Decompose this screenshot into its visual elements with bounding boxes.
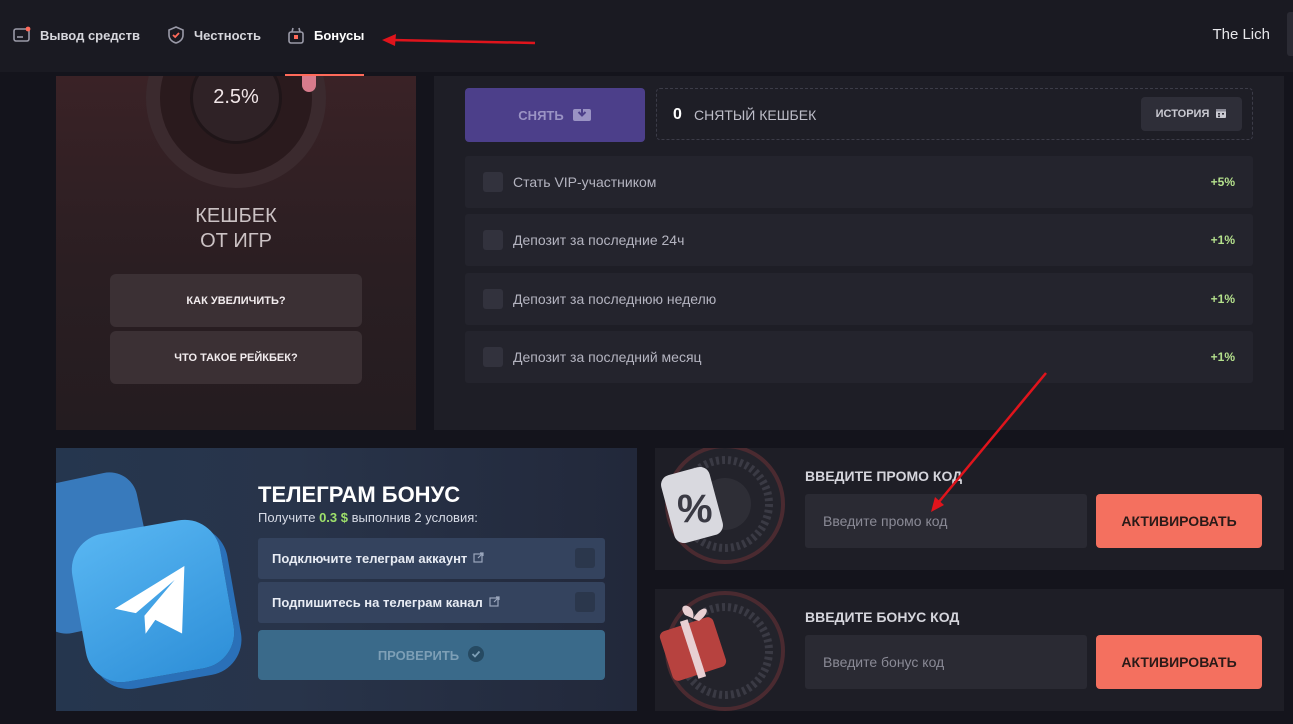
cashback-title-line1: КЕШБЕК <box>195 205 277 227</box>
condition-checkbox <box>483 289 503 309</box>
gift-icon <box>286 25 306 45</box>
condition-label: Депозит за последние 24ч <box>513 232 685 248</box>
withdraw-cashback-button[interactable]: СНЯТЬ <box>465 88 645 142</box>
avatar[interactable] <box>1287 12 1293 56</box>
nav-fairness[interactable]: Честность <box>166 22 261 48</box>
telegram-title: ТЕЛЕГРАМ БОНУС <box>258 482 461 507</box>
check-label: ПРОВЕРИТЬ <box>377 647 460 663</box>
nav-fairness-label: Честность <box>194 27 261 43</box>
condition-bonus: +1% <box>1210 233 1235 247</box>
condition-checkbox <box>483 230 503 250</box>
percent-wheel-image: % <box>655 448 795 570</box>
external-link-icon <box>473 551 484 566</box>
check-circle-icon <box>467 645 485 666</box>
telegram-task-connect[interactable]: Подключите телеграм аккаунт <box>258 538 605 579</box>
activate-bonus-button[interactable]: АКТИВИРОВАТЬ <box>1096 635 1262 689</box>
task-checkbox <box>575 548 595 568</box>
cashback-panel: СНЯТЬ 0 СНЯТЫЙ КЕШБЕК ИСТОРИЯ Стать VIP-… <box>434 76 1284 430</box>
nav-bonuses-label: Бонусы <box>314 27 365 43</box>
condition-bonus: +1% <box>1210 292 1235 306</box>
task-label: Подпишитесь на телеграм канал <box>272 595 483 610</box>
withdrawn-cashback-box: 0 СНЯТЫЙ КЕШБЕК ИСТОРИЯ <box>656 88 1253 140</box>
what-is-rakeback-button[interactable]: ЧТО ТАКОЕ РЕЙКБЕК? <box>110 331 362 384</box>
cashback-card: 2.5% КЕШБЕК ОТ ИГР КАК УВЕЛИЧИТЬ? ЧТО ТА… <box>56 76 416 430</box>
cashback-ring-knob <box>302 76 316 92</box>
nav-withdraw[interactable]: Вывод средств <box>12 22 140 48</box>
cashback-percent: 2.5% <box>213 86 259 108</box>
condition-checkbox <box>483 347 503 367</box>
condition-label: Стать VIP-участником <box>513 174 657 190</box>
withdrawn-amount: 0 <box>673 106 682 123</box>
condition-bonus: +1% <box>1210 350 1235 364</box>
condition-row: Депозит за последний месяц +1% <box>465 331 1253 383</box>
telegram-subtitle-prefix: Получите <box>258 510 316 525</box>
bonus-code-title: ВВЕДИТЕ БОНУС КОД <box>805 609 960 625</box>
external-link-icon <box>489 595 500 610</box>
withdraw-label: СНЯТЬ <box>518 107 564 123</box>
cashback-title: КЕШБЕК ОТ ИГР <box>56 204 416 254</box>
how-to-increase-button[interactable]: КАК УВЕЛИЧИТЬ? <box>110 274 362 327</box>
telegram-bonus-amount: 0.3 $ <box>319 510 348 525</box>
promo-code-input[interactable] <box>805 494 1087 548</box>
calendar-icon <box>1215 107 1227 122</box>
nav-withdraw-label: Вывод средств <box>40 27 141 43</box>
history-label: ИСТОРИЯ <box>1155 108 1210 120</box>
shield-icon <box>166 25 186 45</box>
condition-label: Депозит за последнюю неделю <box>513 291 717 307</box>
telegram-check-button[interactable]: ПРОВЕРИТЬ <box>258 630 605 680</box>
cashback-title-line2: ОТ ИГР <box>200 230 272 252</box>
condition-label: Депозит за последний месяц <box>513 349 702 365</box>
condition-bonus: +5% <box>1210 175 1235 189</box>
gift-wheel-image <box>655 589 795 711</box>
activate-promo-button[interactable]: АКТИВИРОВАТЬ <box>1096 494 1262 548</box>
withdrawn-label: СНЯТЫЙ КЕШБЕК <box>694 107 817 123</box>
top-nav: Вывод средств Честность Бонусы The Lich <box>0 0 1293 72</box>
user-name[interactable]: The Lich <box>1212 26 1270 43</box>
download-icon <box>572 106 592 125</box>
condition-row: Стать VIP-участником +5% <box>465 156 1253 208</box>
condition-checkbox <box>483 172 503 192</box>
promo-title: ВВЕДИТЕ ПРОМО КОД <box>805 468 963 484</box>
telegram-bonus-card: ТЕЛЕГРАМ БОНУС Получите 0.3 $ выполнив 2… <box>56 448 637 711</box>
telegram-subtitle-suffix: выполнив 2 условия: <box>351 510 478 525</box>
telegram-logo-icon <box>66 514 240 688</box>
telegram-subtitle: Получите 0.3 $ выполнив 2 условия: <box>258 510 478 525</box>
history-button[interactable]: ИСТОРИЯ <box>1141 97 1242 131</box>
promo-code-card: % ВВЕДИТЕ ПРОМО КОД АКТИВИРОВАТЬ <box>655 448 1284 570</box>
svg-text:%: % <box>677 487 713 531</box>
telegram-task-subscribe[interactable]: Подпишитесь на телеграм канал <box>258 582 605 623</box>
bonus-code-card: ВВЕДИТЕ БОНУС КОД АКТИВИРОВАТЬ <box>655 589 1284 711</box>
task-checkbox <box>575 592 595 612</box>
condition-row: Депозит за последние 24ч +1% <box>465 214 1253 266</box>
wallet-icon <box>12 25 32 45</box>
task-label: Подключите телеграм аккаунт <box>272 551 468 566</box>
condition-row: Депозит за последнюю неделю +1% <box>465 273 1253 325</box>
nav-bonuses[interactable]: Бонусы <box>286 22 364 48</box>
bonus-code-input[interactable] <box>805 635 1087 689</box>
